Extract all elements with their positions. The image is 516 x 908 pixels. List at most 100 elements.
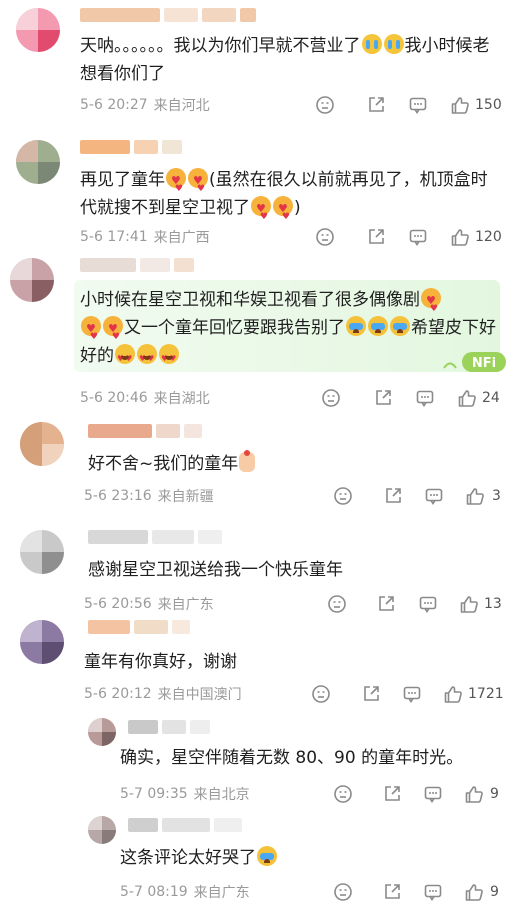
username[interactable]	[128, 720, 210, 736]
comment-icon[interactable]	[423, 485, 445, 507]
crying-face-icon	[383, 34, 404, 54]
comment-meta: 5-6 20:27 来自河北	[80, 95, 210, 115]
comment-meta: 5-7 08:19 来自广东	[120, 882, 250, 902]
share-icon[interactable]	[365, 226, 387, 248]
dislike-icon[interactable]	[332, 881, 354, 903]
avatar[interactable]	[10, 258, 54, 302]
share-icon[interactable]	[360, 683, 382, 705]
crying-face-icon	[361, 34, 382, 54]
share-icon[interactable]	[381, 783, 403, 805]
like-icon[interactable]	[456, 387, 478, 409]
username[interactable]	[128, 818, 242, 834]
comment-item: 童年有你真好，谢谢 5-6 20:12 来自中国澳门 1721	[0, 612, 516, 712]
like-icon[interactable]	[449, 94, 471, 116]
comment-item: 再见了童年(虽然在很久以前就再见了，机顶盒时代就搜不到星空卫视了) 5-6 17…	[0, 130, 516, 254]
username[interactable]	[88, 620, 190, 636]
comment-meta: 5-6 17:41 来自广西	[80, 227, 210, 247]
timestamp: 5-6 20:46	[80, 390, 148, 406]
avatar[interactable]	[88, 718, 116, 746]
username[interactable]	[80, 140, 182, 156]
dislike-icon[interactable]	[314, 226, 336, 248]
dislike-icon[interactable]	[320, 387, 342, 409]
comment-text: 小时候在星空卫视和华娱卫视看了很多偶像剧 又一个童年回忆要跟我告别了希望皮下好好…	[80, 286, 500, 373]
timestamp: 5-6 20:56	[84, 596, 152, 612]
avatar[interactable]	[20, 620, 64, 664]
sobbing-face-icon	[368, 316, 388, 336]
like-count: 9	[490, 786, 499, 802]
avatar[interactable]	[88, 816, 116, 844]
blushing-face-icon	[273, 195, 293, 231]
like-count: 1721	[468, 686, 504, 702]
comment-meta: 5-6 20:56 来自广东	[84, 594, 214, 614]
comment-icon[interactable]	[414, 387, 436, 409]
comment-meta: 5-6 23:16 来自新疆	[84, 486, 214, 506]
comment-icon[interactable]	[422, 783, 444, 805]
like-icon[interactable]	[463, 881, 485, 903]
location: 来自广西	[153, 230, 210, 246]
comment-item: 小时候在星空卫视和华娱卫视看了很多偶像剧 又一个童年回忆要跟我告别了希望皮下好好…	[0, 254, 516, 414]
location: 来自广东	[157, 597, 214, 613]
timestamp: 5-7 09:35	[120, 786, 188, 802]
avatar[interactable]	[16, 140, 60, 184]
like-count: 9	[490, 884, 499, 900]
like-icon[interactable]	[463, 783, 485, 805]
reply-item: 确实，星空伴随着无数 80、90 的童年时光。 5-7 09:35 来自北京 9	[0, 712, 516, 808]
username[interactable]	[80, 8, 256, 24]
heart-eyes-face-icon	[137, 344, 157, 373]
like-count: 3	[492, 488, 501, 504]
avatar[interactable]	[20, 530, 64, 574]
share-icon[interactable]	[381, 881, 403, 903]
finger-heart-icon	[239, 450, 256, 472]
sobbing-face-icon	[257, 846, 277, 866]
nfi-sticker-badge: NFi	[440, 348, 508, 376]
comment-item: 天呐。。。。。。我以为你们早就不营业了 我小时候老想看你们了 5-6 20:27 …	[0, 0, 516, 130]
dislike-icon[interactable]	[332, 783, 354, 805]
dislike-icon[interactable]	[332, 485, 354, 507]
avatar[interactable]	[20, 422, 64, 466]
location: 来自湖北	[153, 391, 210, 407]
comment-text: 感谢星空卫视送给我一个快乐童年	[88, 560, 343, 580]
like-count: 24	[482, 390, 500, 406]
share-icon[interactable]	[372, 387, 394, 409]
blushing-face-icon	[166, 167, 186, 203]
location: 来自河北	[153, 98, 210, 114]
comment-icon[interactable]	[407, 94, 429, 116]
dislike-icon[interactable]	[314, 94, 336, 116]
heart-eyes-face-icon	[159, 344, 179, 373]
comment-icon[interactable]	[422, 881, 444, 903]
timestamp: 5-6 20:27	[80, 97, 148, 113]
like-count: 150	[475, 97, 502, 113]
username[interactable]	[88, 424, 202, 440]
comment-meta: 5-7 09:35 来自北京	[120, 784, 250, 804]
timestamp: 5-6 20:12	[84, 686, 152, 702]
comment-text: 好不舍~我们的童年	[88, 450, 498, 478]
avatar[interactable]	[16, 8, 60, 52]
like-icon[interactable]	[449, 226, 471, 248]
comment-text: 这条评论太好哭了	[120, 844, 500, 872]
location: 来自北京	[193, 787, 250, 803]
timestamp: 5-6 17:41	[80, 229, 148, 245]
comment-text: 天呐。。。。。。我以为你们早就不营业了 我小时候老想看你们了	[80, 34, 490, 84]
comment-text: 再见了童年(虽然在很久以前就再见了，机顶盒时代就搜不到星空卫视了)	[80, 166, 500, 231]
share-icon[interactable]	[382, 485, 404, 507]
dislike-icon[interactable]	[310, 683, 332, 705]
share-icon[interactable]	[365, 94, 387, 116]
username[interactable]	[80, 258, 194, 274]
like-count: 120	[475, 229, 502, 245]
like-icon[interactable]	[464, 485, 486, 507]
blushing-face-icon	[81, 315, 101, 351]
comment-icon[interactable]	[407, 226, 429, 248]
blushing-face-icon	[188, 167, 208, 203]
comment-text: 确实，星空伴随着无数 80、90 的童年时光。	[120, 748, 464, 768]
comment-icon[interactable]	[401, 683, 423, 705]
comment-meta: 5-6 20:12 来自中国澳门	[84, 684, 242, 704]
location: 来自广东	[193, 885, 250, 901]
reply-item: 这条评论太好哭了 5-7 08:19 来自广东 9	[0, 808, 516, 908]
timestamp: 5-7 08:19	[120, 884, 188, 900]
like-icon[interactable]	[442, 683, 464, 705]
blushing-face-icon	[251, 195, 271, 231]
sticker-text: NFi	[472, 356, 496, 371]
username[interactable]	[88, 530, 222, 546]
location: 来自中国澳门	[157, 687, 242, 703]
blushing-face-icon	[103, 315, 123, 351]
